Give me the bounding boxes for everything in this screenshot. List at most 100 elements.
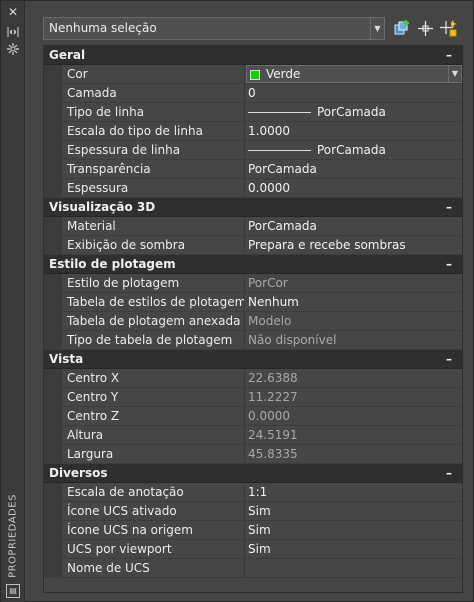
property-value: PorCamada xyxy=(248,162,317,176)
palette-title-text: PROPRIEDADES xyxy=(7,493,19,578)
property-row[interactable]: Espessura 0.0000 xyxy=(44,179,462,198)
category-label: Geral xyxy=(49,48,86,62)
property-name: Centro Z xyxy=(62,407,245,426)
property-value-cell: Modelo xyxy=(246,312,462,331)
property-row[interactable]: Transparência PorCamada xyxy=(44,160,462,179)
property-row[interactable]: Centro X 22.6388 xyxy=(44,369,462,388)
property-value-cell[interactable]: 0 xyxy=(246,84,462,103)
property-row[interactable]: Material PorCamada xyxy=(44,217,462,236)
property-value: 45.8335 xyxy=(248,447,298,461)
category-0[interactable]: Geral – xyxy=(44,46,462,65)
linetype-sample-icon xyxy=(248,150,311,151)
row-gutter xyxy=(44,407,62,426)
property-name: Camada xyxy=(62,84,245,103)
chevron-down-icon[interactable]: ▼ xyxy=(370,18,384,39)
property-value: 1:1 xyxy=(248,485,268,499)
property-value-cell[interactable]: Sim xyxy=(246,540,462,559)
palette-menu-icon[interactable]: ▤ xyxy=(6,584,20,598)
property-value: 0.0000 xyxy=(248,409,290,423)
property-value-cell: 11.2227 xyxy=(246,388,462,407)
property-value: Nenhum xyxy=(248,295,299,309)
property-value: Sim xyxy=(248,504,271,518)
property-value-cell[interactable]: Prepara e recebe sombras xyxy=(246,236,462,255)
row-gutter xyxy=(44,122,62,141)
property-row[interactable]: Ícone UCS ativado Sim xyxy=(44,502,462,521)
collapse-icon[interactable]: – xyxy=(446,255,452,274)
category-1[interactable]: Visualização 3D – xyxy=(44,198,462,217)
property-value: Sim xyxy=(248,542,271,556)
property-name: Escala de anotação xyxy=(62,483,245,502)
category-3[interactable]: Vista – xyxy=(44,350,462,369)
property-row[interactable]: Altura 24.5191 xyxy=(44,426,462,445)
property-value-cell[interactable]: PorCamada xyxy=(246,141,462,160)
row-gutter xyxy=(44,331,62,350)
color-dropdown[interactable]: Verde ▼ xyxy=(246,65,462,83)
property-value: PorCamada xyxy=(248,219,317,233)
property-row[interactable]: UCS por viewport Sim xyxy=(44,540,462,559)
row-gutter xyxy=(44,65,62,84)
property-row[interactable]: Ícone UCS na origem Sim xyxy=(44,521,462,540)
property-row[interactable]: Espessura de linha PorCamada xyxy=(44,141,462,160)
collapse-icon[interactable]: – xyxy=(446,350,452,369)
property-value-cell[interactable]: Sim xyxy=(246,502,462,521)
property-value: Sim xyxy=(248,523,271,537)
property-row[interactable]: Escala de anotação 1:1 xyxy=(44,483,462,502)
property-name: UCS por viewport xyxy=(62,540,245,559)
property-value: 0 xyxy=(248,86,256,100)
property-row[interactable]: Centro Y 11.2227 xyxy=(44,388,462,407)
property-value-cell[interactable]: PorCamada xyxy=(246,217,462,236)
row-gutter xyxy=(44,521,62,540)
property-row[interactable]: Camada 0 xyxy=(44,84,462,103)
property-name: Espessura de linha xyxy=(62,141,245,160)
row-gutter xyxy=(44,274,62,293)
property-value: Modelo xyxy=(248,314,292,328)
property-value-cell[interactable]: PorCamada xyxy=(246,103,462,122)
quick-select-icon[interactable] xyxy=(439,19,458,38)
property-value: 22.6388 xyxy=(248,371,298,385)
property-value-cell[interactable]: Sim xyxy=(246,521,462,540)
property-value: Não disponível xyxy=(248,333,337,347)
property-row[interactable]: Tabela de plotagem anexada a Modelo xyxy=(44,312,462,331)
property-grid: Geral – Cor Verde ▼ Camada 0 Tipo de linha PorCa… xyxy=(43,45,463,593)
toggle-pickadd-icon[interactable] xyxy=(393,19,412,38)
collapse-icon[interactable]: – xyxy=(446,46,452,65)
autohide-icon[interactable] xyxy=(5,24,21,40)
category-4[interactable]: Diversos – xyxy=(44,464,462,483)
property-row[interactable]: Tipo de tabela de plotagem Não disponível xyxy=(44,331,462,350)
category-2[interactable]: Estilo de plotagem – xyxy=(44,255,462,274)
close-icon[interactable]: ✕ xyxy=(5,4,21,20)
property-value-cell[interactable] xyxy=(246,559,462,578)
property-value: Prepara e recebe sombras xyxy=(248,238,406,252)
category-label: Visualização 3D xyxy=(49,200,156,214)
row-gutter xyxy=(44,141,62,160)
property-value-cell[interactable]: PorCamada xyxy=(246,160,462,179)
property-row[interactable]: Estilo de plotagem PorCor xyxy=(44,274,462,293)
property-name: Material xyxy=(62,217,245,236)
property-row[interactable]: Cor Verde ▼ xyxy=(44,65,462,84)
select-objects-icon[interactable] xyxy=(416,19,435,38)
property-value: 24.5191 xyxy=(248,428,298,442)
property-row[interactable]: Escala do tipo de linha 1.0000 xyxy=(44,122,462,141)
property-row[interactable]: Tabela de estilos de plotagem Nenhum xyxy=(44,293,462,312)
property-value-cell[interactable]: 0.0000 xyxy=(246,179,462,198)
category-label: Vista xyxy=(49,352,84,366)
collapse-icon[interactable]: – xyxy=(446,198,452,217)
property-row[interactable]: Centro Z 0.0000 xyxy=(44,407,462,426)
property-row[interactable]: Largura 45.8335 xyxy=(44,445,462,464)
property-value-cell[interactable]: 1.0000 xyxy=(246,122,462,141)
property-value-cell[interactable]: Nenhum xyxy=(246,293,462,312)
property-value-cell[interactable]: 1:1 xyxy=(246,483,462,502)
chevron-down-icon[interactable]: ▼ xyxy=(448,66,461,82)
property-row[interactable]: Nome de UCS xyxy=(44,559,462,578)
palette-titlebar[interactable]: ✕ PROPRIEDADES ▤ xyxy=(1,1,25,602)
row-gutter xyxy=(44,559,62,578)
selection-dropdown[interactable]: Nenhuma seleção ▼ xyxy=(43,17,385,40)
row-gutter xyxy=(44,179,62,198)
collapse-icon[interactable]: – xyxy=(446,464,452,483)
property-name: Tipo de tabela de plotagem xyxy=(62,331,245,350)
property-row[interactable]: Tipo de linha PorCamada xyxy=(44,103,462,122)
property-name: Exibição de sombra xyxy=(62,236,245,255)
category-label: Diversos xyxy=(49,466,108,480)
property-row[interactable]: Exibição de sombra Prepara e recebe sombr… xyxy=(44,236,462,255)
properties-settings-icon[interactable] xyxy=(5,41,21,57)
